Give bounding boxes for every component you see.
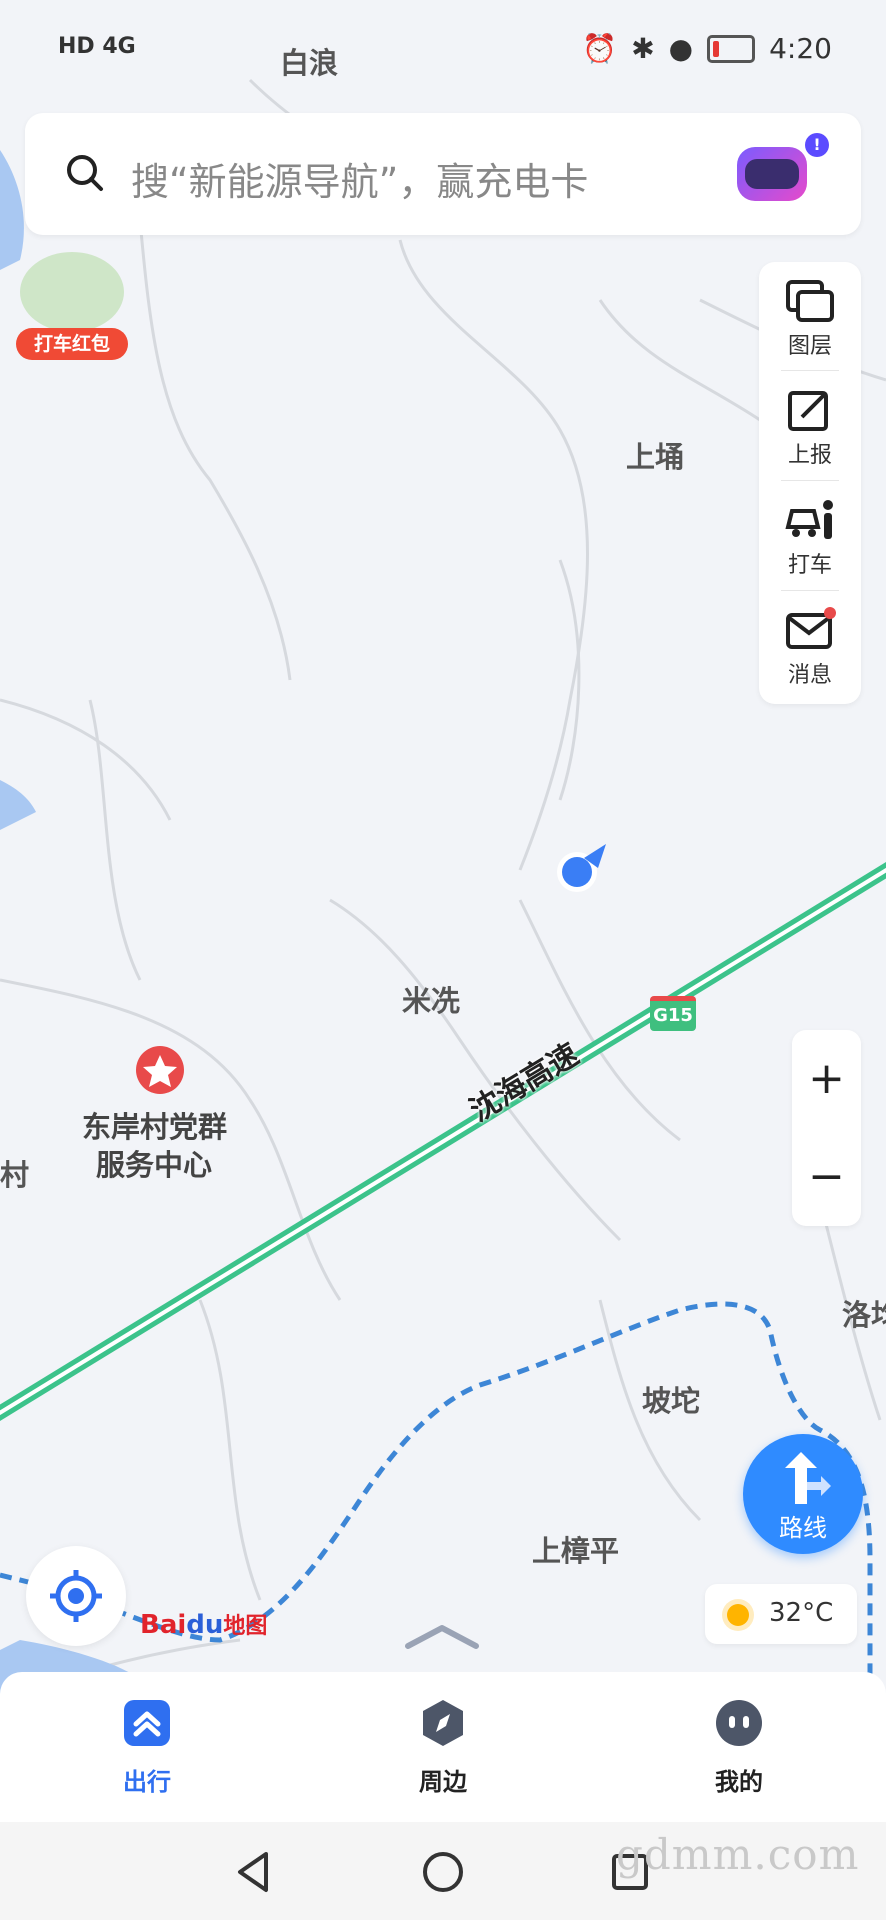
messages-button[interactable]: 消息 — [759, 591, 861, 699]
map-label-cun: 村 — [0, 1158, 30, 1192]
poi-label-line2[interactable]: 服务中心 — [96, 1142, 212, 1184]
taxi-red-packet-promo[interactable]: 打车红包 — [16, 252, 128, 360]
tab-nearby[interactable]: 周边 — [368, 1698, 518, 1797]
home-icon[interactable] — [421, 1850, 465, 1894]
layers-icon — [786, 280, 834, 322]
location-pin-icon: ● — [668, 32, 694, 65]
highway-shield: G15 — [650, 996, 696, 1031]
alarm-icon: ⏰ — [582, 32, 618, 65]
layers-button[interactable]: 图层 — [759, 262, 861, 370]
map-label-shangyong: 上埇 — [626, 440, 685, 474]
clock: 4:20 — [769, 32, 832, 65]
assistant-badge: ! — [805, 133, 829, 157]
map-label-shangzhangping: 上樟平 — [532, 1534, 620, 1568]
tab-travel[interactable]: 出行 — [72, 1698, 222, 1797]
compass-icon — [423, 1700, 463, 1746]
network-indicator: HD 4G — [58, 34, 136, 59]
crosshair-icon — [50, 1570, 102, 1622]
route-arrow-icon — [785, 1452, 831, 1504]
taxi-icon — [785, 500, 833, 539]
car-illustration-icon — [20, 252, 124, 332]
map-tools-panel: 图层 上报 打车 消息 — [759, 262, 861, 704]
taxi-button[interactable]: 打车 — [759, 481, 861, 589]
drawer-handle-icon[interactable] — [402, 1622, 482, 1652]
report-button[interactable]: 上报 — [759, 371, 861, 479]
route-label: 路线 — [779, 1514, 827, 1542]
sun-icon — [727, 1604, 749, 1626]
baidu-map-logo: Baidu地图 — [140, 1610, 268, 1640]
map-label-potuo: 坡坨 — [642, 1384, 701, 1418]
status-bar: HD 4G ⏰ ✱ ● 4:20 — [0, 0, 886, 100]
map-label-luojun: 洛均 — [842, 1298, 886, 1332]
search-icon — [67, 155, 103, 191]
route-button[interactable]: 路线 — [743, 1434, 863, 1554]
travel-icon — [124, 1700, 170, 1746]
search-bar[interactable]: 搜“新能源导航”，赢充电卡 ! — [25, 113, 861, 235]
weather-widget[interactable]: 32°C — [705, 1584, 857, 1644]
battery-icon — [707, 34, 756, 63]
poi-label-line1[interactable]: 东岸村党群 — [82, 1104, 227, 1146]
zoom-out-button[interactable]: − — [792, 1128, 861, 1226]
zoom-in-button[interactable]: + — [792, 1030, 861, 1128]
map-label-mixian: 米冼 — [402, 984, 461, 1018]
search-placeholder[interactable]: 搜“新能源导航”，赢充电卡 — [131, 151, 588, 206]
back-icon[interactable] — [232, 1850, 276, 1894]
locate-me-button[interactable] — [26, 1546, 126, 1646]
zoom-control: + − — [792, 1030, 861, 1226]
promo-label: 打车红包 — [16, 328, 128, 360]
bluetooth-icon: ✱ — [631, 32, 655, 65]
watermark: gdmm.com — [616, 1830, 860, 1879]
report-edit-icon — [788, 391, 828, 431]
profile-face-icon — [716, 1700, 762, 1746]
bottom-tab-bar: 出行 周边 我的 — [0, 1672, 886, 1822]
tab-profile[interactable]: 我的 — [664, 1698, 814, 1797]
assistant-robot-icon[interactable] — [737, 147, 807, 201]
temperature: 32°C — [769, 1598, 834, 1628]
mail-icon — [786, 607, 836, 649]
